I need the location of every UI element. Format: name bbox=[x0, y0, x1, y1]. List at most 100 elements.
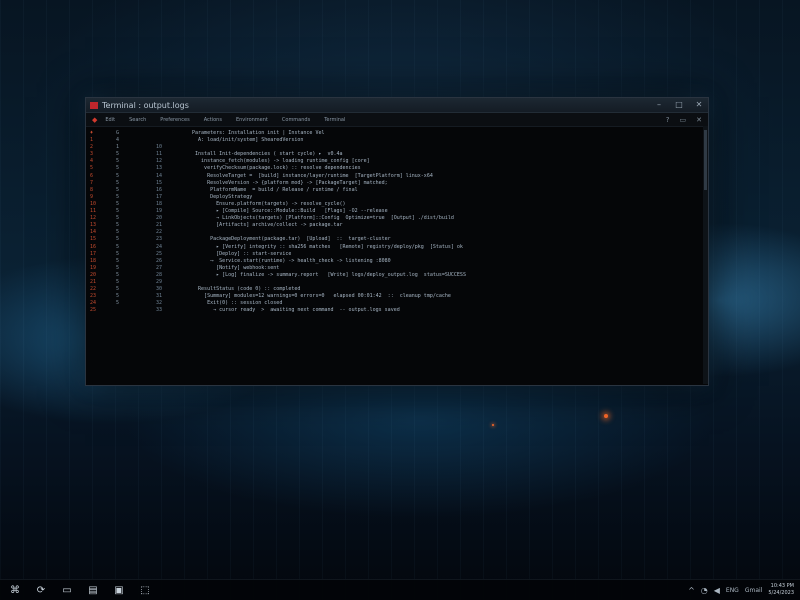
line-gutter-index: 33 bbox=[156, 307, 163, 314]
desktop: Terminal : output.logs – □ ✕ ◆ Edit Sear… bbox=[0, 0, 800, 600]
terminal-line: 10 5 18 Ensure.platform(targets) -> resolv… bbox=[90, 201, 704, 208]
line-gutter-number: 5 bbox=[116, 222, 120, 229]
line-text bbox=[186, 229, 189, 236]
terminal-lines: ♦ G Parameters: Installation init | Insta… bbox=[90, 130, 704, 314]
menu-environment[interactable]: Environment bbox=[236, 117, 268, 123]
clock-date: 5/24/2023 bbox=[768, 590, 794, 596]
terminal-line: 7 5 15 ResolveVersion -> {platform mod} ->… bbox=[90, 180, 704, 187]
app-taskbar-button[interactable]: ⬚ bbox=[134, 580, 156, 600]
line-gutter-index: 10 bbox=[156, 144, 163, 151]
help-icon[interactable]: ? bbox=[666, 116, 670, 124]
line-gutter-index: 13 bbox=[156, 165, 163, 172]
tray-chevron-icon[interactable]: ^ bbox=[688, 586, 695, 595]
line-gutter-marker: 18 bbox=[90, 257, 97, 264]
line-gutter-marker: ♦ bbox=[90, 130, 94, 136]
line-gutter-index: 32 bbox=[156, 300, 163, 307]
line-text: PackageDeployment(package.tar) [Upload] … bbox=[186, 236, 391, 243]
menu-edit[interactable]: Edit bbox=[105, 117, 115, 123]
taskbar: ⌘ ⟳ ▭ ▤ ▣ ⬚ ^ ◔ ◀ ENG Gmail 10:43 PM 5/2… bbox=[0, 579, 800, 600]
line-gutter-number: 5 bbox=[116, 236, 120, 243]
line-gutter-marker: 19 bbox=[90, 264, 97, 271]
terminal-app-icon bbox=[90, 101, 98, 109]
line-gutter-number: 5 bbox=[116, 278, 120, 285]
scrollbar-thumb[interactable] bbox=[704, 130, 707, 190]
line-text: Ensure.platform(targets) -> resolve_cycl… bbox=[186, 200, 346, 207]
menu-search[interactable]: Search bbox=[129, 117, 146, 123]
line-text: ▸ [Log] finalize -> summary.report [Writ… bbox=[186, 271, 466, 278]
line-text: verifyChecksum(package.lock) :: resolve … bbox=[186, 165, 361, 172]
line-gutter-marker: 25 bbox=[90, 307, 97, 314]
tray-notice[interactable]: Gmail bbox=[745, 587, 763, 594]
line-gutter-index: 18 bbox=[156, 200, 163, 207]
terminal-line: 20 5 28 ▸ [Log] finalize -> summary.report… bbox=[90, 272, 704, 279]
terminal-line: 12 5 20 → LinkObjects(targets) [Platform]:… bbox=[90, 215, 704, 222]
search-button[interactable]: ⟳ bbox=[30, 580, 52, 600]
line-gutter-index: 20 bbox=[156, 215, 163, 222]
line-gutter-marker: 10 bbox=[90, 200, 97, 207]
line-gutter-index: 24 bbox=[156, 243, 163, 250]
menu-preferences[interactable]: Preferences bbox=[160, 117, 189, 123]
line-text: A: load/init/system] ShearedVersion bbox=[186, 137, 304, 144]
line-gutter-marker: 15 bbox=[90, 236, 97, 243]
start-button[interactable]: ⌘ bbox=[4, 580, 26, 600]
line-gutter-index: 31 bbox=[156, 293, 163, 300]
panel-icon[interactable]: ▭ bbox=[680, 116, 687, 124]
line-gutter-index: 27 bbox=[156, 264, 163, 271]
menu-actions[interactable]: Actions bbox=[204, 117, 222, 123]
line-text: instance_fetch(modules) -> loading runti… bbox=[186, 158, 370, 165]
line-gutter-number: G bbox=[116, 130, 120, 136]
wallpaper-ember bbox=[604, 414, 608, 418]
line-gutter-index: 30 bbox=[156, 286, 163, 293]
terminal-line: 4 5 12 instance_fetch(modules) -> loading … bbox=[90, 158, 704, 165]
terminal-line: 15 5 23 PackageDeployment(package.tar) [Up… bbox=[90, 236, 704, 243]
folder-button[interactable]: ▤ bbox=[82, 580, 104, 600]
terminal-line: 1 4 A: load/init/system] ShearedVersion bbox=[90, 137, 704, 144]
line-gutter-number: 5 bbox=[116, 200, 120, 207]
line-gutter-index: 25 bbox=[156, 250, 163, 257]
terminal-line: 3 5 11 Install Init-dependencies ( start c… bbox=[90, 151, 704, 158]
file-explorer-button[interactable]: ▭ bbox=[56, 580, 78, 600]
line-gutter-index: 21 bbox=[156, 222, 163, 229]
line-gutter-marker: 7 bbox=[90, 179, 94, 186]
volume-icon[interactable]: ◀ bbox=[714, 586, 720, 595]
title-bar[interactable]: Terminal : output.logs – □ ✕ bbox=[86, 98, 708, 113]
clock-time: 10:43 PM bbox=[770, 583, 794, 589]
line-text: ▸ [Compile] Source::Module::Build [Flags… bbox=[186, 208, 388, 215]
terminal-line: 9 5 17 DeployStrategy bbox=[90, 194, 704, 201]
line-gutter-index: 23 bbox=[156, 236, 163, 243]
terminal-scrollbar[interactable] bbox=[703, 126, 708, 384]
clock[interactable]: 10:43 PM 5/24/2023 bbox=[768, 583, 794, 597]
menu-logo-icon: ◆ bbox=[92, 115, 98, 124]
line-text: [Notify] webhook:sent bbox=[186, 264, 280, 271]
line-text: → cursor ready > awaiting next command -… bbox=[186, 307, 400, 314]
line-gutter-number: 5 bbox=[116, 229, 120, 236]
line-text: Install Init-dependencies ( start cycle)… bbox=[186, 151, 343, 158]
line-gutter-index: 19 bbox=[156, 208, 163, 215]
menu-commands[interactable]: Commands bbox=[282, 117, 310, 123]
network-icon[interactable]: ◔ bbox=[701, 586, 708, 595]
terminal-output[interactable]: ♦ G Parameters: Installation init | Insta… bbox=[86, 127, 708, 387]
line-text: ResolveTarget = [build] instance/layer/r… bbox=[186, 172, 433, 179]
line-text: ResultStatus (code 0) :: completed bbox=[186, 286, 301, 293]
line-text: ResolveVersion -> {platform mod} -> [Pac… bbox=[186, 179, 388, 186]
terminal-line: 14 5 22 bbox=[90, 229, 704, 236]
line-gutter-marker: 12 bbox=[90, 215, 97, 222]
terminal-window[interactable]: Terminal : output.logs – □ ✕ ◆ Edit Sear… bbox=[85, 97, 709, 386]
terminal-line: 17 5 25 [Deploy] :: start-service bbox=[90, 251, 704, 258]
line-gutter-number: 5 bbox=[116, 179, 120, 186]
maximize-button[interactable]: □ bbox=[674, 98, 684, 112]
line-gutter-index: 26 bbox=[156, 257, 163, 264]
close-button[interactable]: ✕ bbox=[694, 98, 704, 112]
terminal-taskbar-button[interactable]: ▣ bbox=[108, 580, 130, 600]
close-panel-icon[interactable]: ✕ bbox=[696, 116, 702, 124]
minimize-button[interactable]: – bbox=[654, 98, 664, 112]
line-text: [Deploy] :: start-service bbox=[186, 250, 292, 257]
menu-terminal[interactable]: Terminal bbox=[324, 117, 345, 123]
wallpaper-ember bbox=[492, 424, 494, 426]
line-gutter-marker: 11 bbox=[90, 208, 97, 215]
language-indicator[interactable]: ENG bbox=[726, 587, 739, 594]
line-gutter-index: 15 bbox=[156, 179, 163, 186]
line-gutter-marker: 2 bbox=[90, 144, 94, 151]
terminal-line: 23 5 31 [Summary] modules=12 warnings=0 er… bbox=[90, 293, 704, 300]
line-gutter-number: 5 bbox=[116, 193, 120, 200]
